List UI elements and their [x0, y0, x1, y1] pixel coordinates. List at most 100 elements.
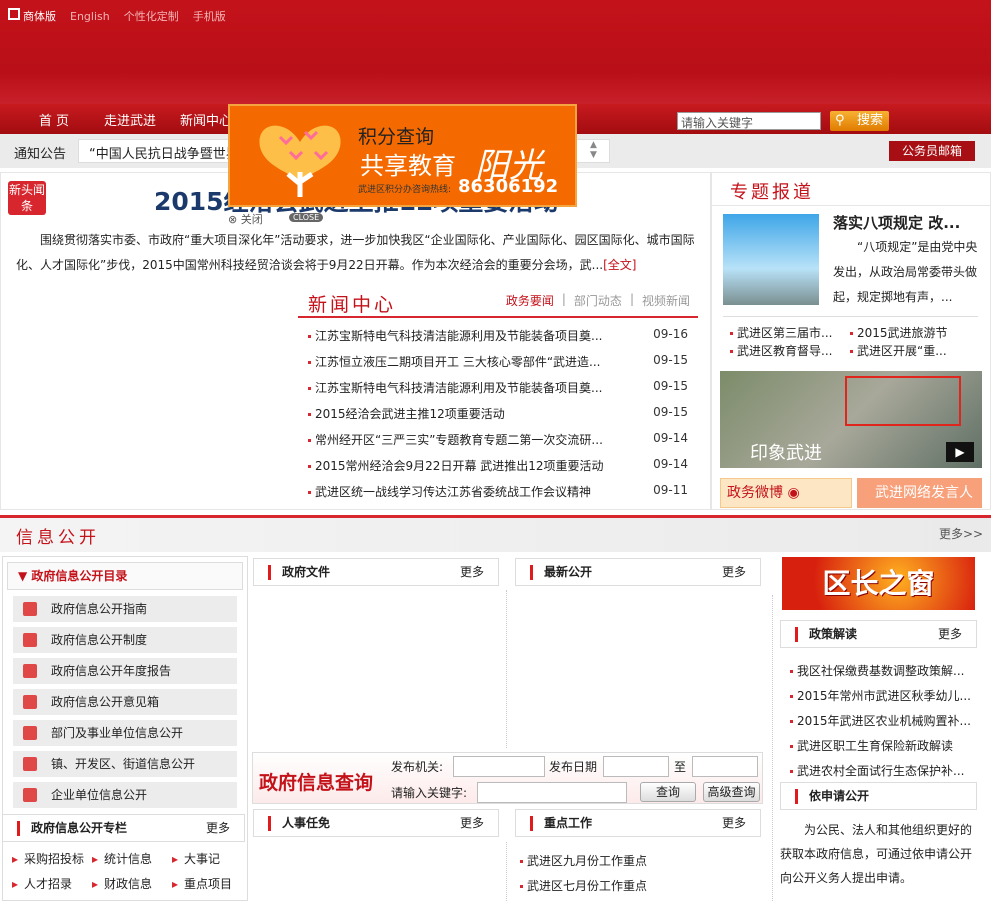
divider [772, 595, 773, 901]
column-link[interactable]: 重点项目 [172, 875, 252, 892]
date-from-input[interactable] [603, 756, 669, 777]
keywork-item[interactable]: 武进区九月份工作重点 [520, 852, 647, 869]
ad-close-button[interactable]: ⊗ 关闭 [228, 211, 263, 227]
org-input[interactable] [453, 756, 545, 777]
special-summary: “八项规定”是由党中央发出，从政治局常委带头做起，规定掷地有声，... [833, 240, 978, 304]
link-mobile[interactable]: 手机版 [193, 8, 226, 24]
spokesman-button[interactable]: 武进网络发言人 [857, 478, 982, 508]
nav-about[interactable]: 走进武进 [92, 110, 168, 129]
catalog-item[interactable]: 政府信息公开年度报告 [13, 658, 237, 684]
date-label: 发布日期 [549, 760, 598, 774]
info-section-title: 信息公开 [16, 528, 100, 548]
link-english[interactable]: English [70, 10, 110, 23]
tab-dept-news[interactable]: 部门动态 [574, 292, 622, 309]
play-icon[interactable]: ▶ [946, 442, 974, 462]
site-icon [8, 8, 20, 20]
divider [712, 205, 990, 206]
tab-gov-news[interactable]: 政务要闻 [506, 292, 554, 309]
catalog-item[interactable]: 政府信息公开指南 [13, 596, 237, 622]
news-center-title: 新闻中心 [308, 294, 397, 316]
ad-hotline: 86306192 [458, 176, 559, 197]
policy-item[interactable]: 2015年武进区农业机械购置补... [790, 712, 971, 729]
special-link[interactable]: 2015武进旅游节 [850, 324, 948, 341]
column-header: 政府信息公开专栏 更多 [2, 814, 245, 842]
latest-more-link[interactable]: 更多 [722, 559, 746, 585]
apply-header: 依申请公开 [780, 782, 977, 810]
divider [506, 842, 507, 901]
building-icon [23, 788, 37, 802]
guide-icon [23, 602, 37, 616]
impression-video[interactable]: 印象武进 ▶ [720, 371, 982, 468]
column-link[interactable]: 统计信息 [92, 850, 172, 867]
policy-header: 政策解读 更多 [780, 620, 977, 648]
special-link[interactable]: 武进区教育督导... [730, 342, 832, 359]
personnel-header: 人事任免 更多 [253, 809, 499, 837]
column-link[interactable]: 大事记 [172, 850, 252, 867]
news-item[interactable]: 江苏恒立液压二期项目开工 三大核心零部件“武进造... 09-15 [308, 353, 688, 370]
policy-more-link[interactable]: 更多 [938, 621, 962, 647]
special-headline[interactable]: 落实八项规定 改... [833, 212, 960, 233]
docs-header: 政府文件 更多 [253, 558, 499, 586]
weibo-button[interactable]: 政务微博 ◉ [720, 478, 852, 508]
news-item[interactable]: 江苏宝斯特电气科技清洁能源利用及节能装备项目奠... 09-15 [308, 379, 688, 396]
divider [506, 590, 507, 748]
policy-item[interactable]: 我区社保缴费基数调整政策解... [790, 662, 964, 679]
catalog-header[interactable]: ▼ 政府信息公开目录 [7, 562, 243, 590]
personnel-more-link[interactable]: 更多 [460, 810, 484, 836]
special-title: 专题报道 [730, 182, 814, 203]
info-more-link[interactable]: 更多>> [939, 525, 983, 542]
ad-close-en-button[interactable]: CLOSE [289, 213, 324, 222]
date-to-input[interactable] [692, 756, 758, 777]
column-link[interactable]: 采购招投标 [12, 850, 92, 867]
briefcase-icon [23, 664, 37, 678]
column-more-link[interactable]: 更多 [206, 815, 230, 841]
apply-text: 为公民、法人和其他组织更好的获取本政府信息，可通过依申请公开向公开义务人提出申请… [780, 823, 973, 885]
file-icon [23, 726, 37, 740]
news-item[interactable]: 2015常州经洽会9月22日开幕 武进推出12项重要活动 09-14 [308, 457, 688, 474]
news-item[interactable]: 武进区统一战线学习传达江苏省委统战工作会议精神 09-11 [308, 483, 688, 500]
catalog-item[interactable]: 镇、开发区、街道信息公开 [13, 751, 237, 777]
floating-ad[interactable]: 积分查询 共享教育 阳光 武进区积分办咨询热线: 86306192 [228, 104, 577, 207]
keyword-input[interactable] [477, 782, 627, 803]
policy-item[interactable]: 2015年常州市武进区秋季幼儿... [790, 687, 971, 704]
policy-item[interactable]: 武进农村全面试行生态保护补... [790, 762, 964, 779]
tab-video-news[interactable]: 视频新闻 [642, 292, 690, 309]
column-link[interactable]: 财政信息 [92, 875, 172, 892]
mayor-window-banner[interactable]: 区长之窗 [782, 557, 975, 610]
column-links-row: 采购招投标统计信息大事记 [12, 850, 252, 867]
special-link[interactable]: 武进区开展“重... [850, 342, 947, 359]
nav-home[interactable]: 首 页 [16, 110, 92, 129]
catalog-item[interactable]: 部门及事业单位信息公开 [13, 720, 237, 746]
search-input[interactable]: 请输入关键字 [677, 112, 821, 130]
special-link[interactable]: 武进区第三届市... [730, 324, 832, 341]
news-item[interactable]: 常州经开区“三严三实”专题教育专题二第一次交流研... 09-14 [308, 431, 688, 448]
info-query-form: 政府信息查询 发布机关: 发布日期 至 请输入关键字: 查询 高级查询 [252, 752, 763, 804]
column-link[interactable]: 人才招录 [12, 875, 92, 892]
top-links: 商体版 English 个性化定制 手机版 [8, 8, 226, 24]
docs-more-link[interactable]: 更多 [460, 559, 484, 585]
column-links-row: 人才招录财政信息重点项目 [12, 875, 252, 892]
catalog-item[interactable]: 政府信息公开意见箱 [13, 689, 237, 715]
latest-header: 最新公开 更多 [515, 558, 761, 586]
video-caption: 印象武进 [750, 443, 822, 464]
news-tabs: 政务要闻 | 部门动态 | 视频新闻 [505, 292, 690, 309]
query-button[interactable]: 查询 [640, 782, 696, 802]
keywork-item[interactable]: 武进区七月份工作重点 [520, 877, 647, 894]
catalog-item[interactable]: 政府信息公开制度 [13, 627, 237, 653]
search-button[interactable]: ⚲ 搜索 [830, 111, 889, 131]
special-image[interactable] [723, 214, 819, 305]
document-icon [23, 633, 37, 647]
news-item[interactable]: 江苏宝斯特电气科技清洁能源利用及节能装备项目奠... 09-16 [308, 327, 688, 344]
advanced-query-button[interactable]: 高级查询 [703, 782, 760, 802]
link-simplified[interactable]: 商体版 [8, 8, 56, 24]
scroll-arrows-icon[interactable]: ▲ ▼ [590, 140, 597, 160]
weibo-icon: ◉ [787, 485, 800, 501]
policy-item[interactable]: 武进区职工生育保险新政解读 [790, 737, 953, 754]
query-title: 政府信息查询 [259, 772, 374, 794]
mail-button[interactable]: 公务员邮箱 [889, 141, 975, 161]
link-custom[interactable]: 个性化定制 [124, 8, 179, 24]
catalog-item[interactable]: 企业单位信息公开 [13, 782, 237, 808]
read-more-link[interactable]: [全文] [603, 258, 636, 272]
keywork-more-link[interactable]: 更多 [722, 810, 746, 836]
news-item[interactable]: 2015经洽会武进主推12项重要活动 09-15 [308, 405, 688, 422]
